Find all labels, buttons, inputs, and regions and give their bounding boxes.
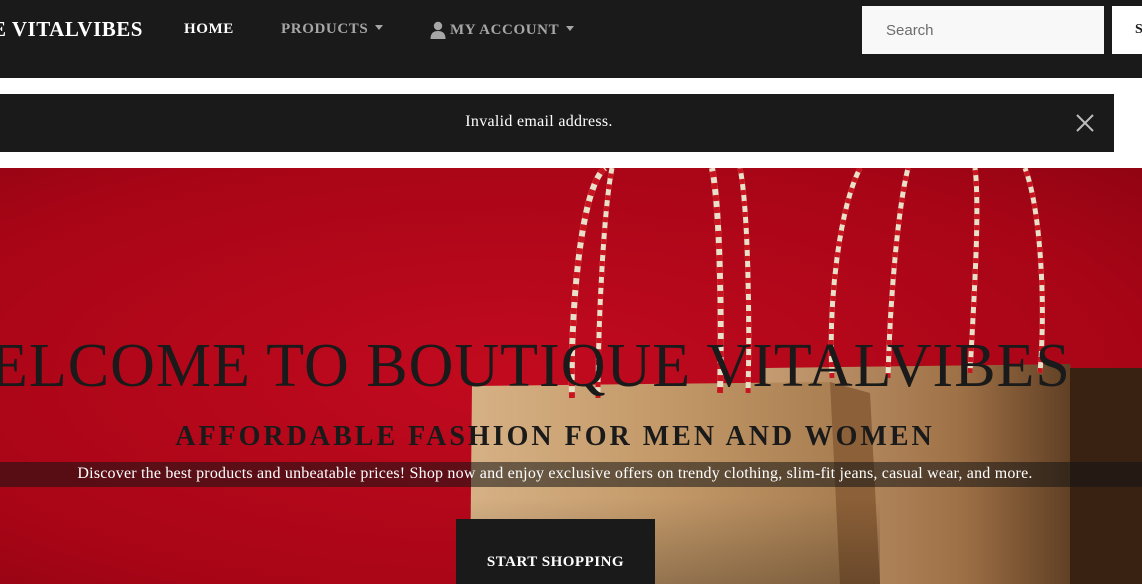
alert-banner: Invalid email address.	[0, 94, 1114, 152]
user-icon	[430, 21, 446, 39]
nav-home-link[interactable]: HOME	[184, 21, 234, 38]
alert-message: Invalid email address.	[465, 113, 613, 130]
hero-description: Discover the best products and unbeatabl…	[77, 465, 1033, 482]
search-input[interactable]	[862, 6, 1104, 54]
nav-products-dropdown[interactable]: PRODUCTS	[281, 21, 384, 38]
nav-account-label: MY ACCOUNT	[450, 21, 560, 38]
start-shopping-button[interactable]: START SHOPPING	[456, 519, 655, 584]
caret-down-icon	[566, 25, 575, 31]
brand-logo[interactable]: E VITALVIBES	[0, 17, 143, 42]
hero-banner: ELCOME TO BOUTIQUE VITALVIBES AFFORDABLE…	[0, 168, 1142, 584]
nav-account-dropdown[interactable]: MY ACCOUNT	[430, 21, 575, 39]
nav-products-label: PRODUCTS	[281, 21, 369, 37]
navbar: E VITALVIBES HOME PRODUCTS MY ACCOUNT S	[0, 0, 1142, 78]
hero-subtitle: AFFORDABLE FASHION FOR MEN AND WOMEN	[175, 421, 935, 452]
close-icon[interactable]	[1075, 113, 1095, 133]
search-button[interactable]: S	[1112, 6, 1142, 54]
caret-down-icon	[375, 25, 384, 31]
hero-title: ELCOME TO BOUTIQUE VITALVIBES	[0, 332, 1071, 400]
